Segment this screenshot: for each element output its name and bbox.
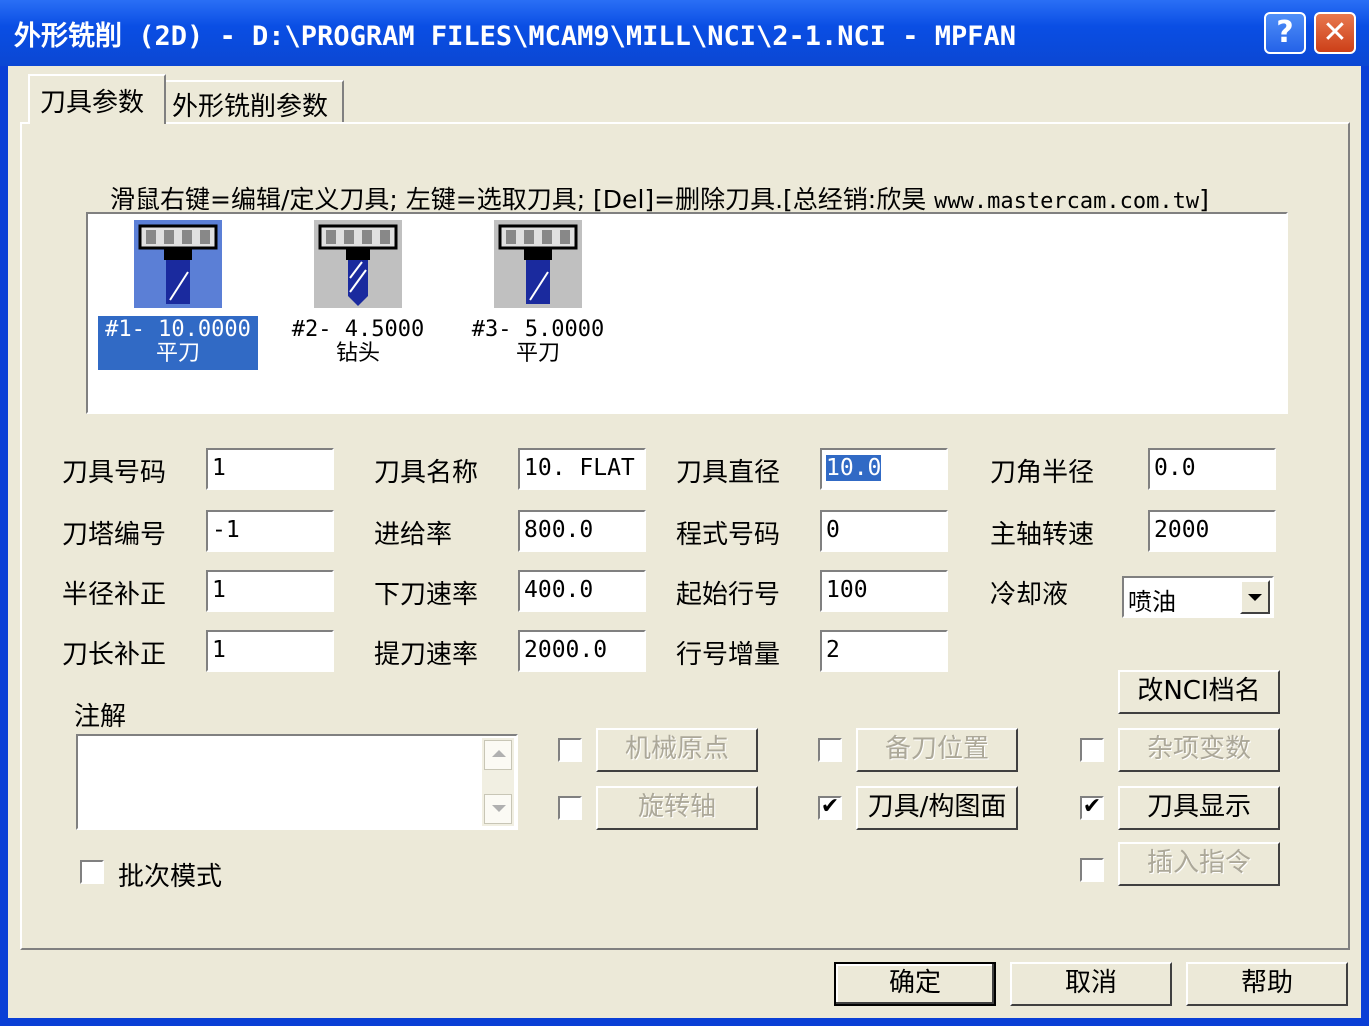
ok-button[interactable]: 确定 — [834, 962, 996, 1006]
length-comp-label: 刀长补正 — [62, 640, 167, 670]
home-position-checkbox[interactable] — [558, 738, 582, 762]
rotary-axis-checkbox[interactable] — [558, 796, 582, 820]
tool-display-button[interactable]: 刀具显示 — [1118, 786, 1280, 830]
program-number-label: 程式号码 — [676, 520, 781, 550]
scroll-down-icon[interactable] — [484, 794, 512, 824]
tool-item-3[interactable]: #3- 5.0000 平刀 — [458, 220, 618, 370]
drill-icon — [314, 220, 402, 308]
window-title: 外形铣削 (2D) - D:\PROGRAM FILES\MCAM9\MILL\… — [14, 21, 1017, 52]
corner-radius-label: 刀角半径 — [990, 458, 1095, 488]
spindle-speed-field[interactable]: 2000 — [1148, 510, 1276, 552]
hint-url: www.mastercam.com.tw — [934, 189, 1200, 214]
insert-command-button[interactable]: 插入指令 — [1118, 842, 1280, 886]
corner-radius-field[interactable]: 0.0 — [1148, 448, 1276, 490]
tool-item-1[interactable]: #1- 10.0000 平刀 — [98, 220, 258, 370]
tab-tool-params[interactable]: 刀具参数 — [28, 74, 166, 124]
tool-diameter-value: 10.0 — [826, 455, 882, 481]
length-comp-field[interactable]: 1 — [206, 630, 334, 672]
start-line-field[interactable]: 100 — [820, 570, 948, 612]
tab-contour-params[interactable]: 外形铣削参数 — [166, 80, 344, 122]
scroll-up-icon[interactable] — [484, 740, 512, 770]
program-number-field[interactable]: 0 — [820, 510, 948, 552]
tool-list[interactable]: #1- 10.0000 平刀 #2- 4.5000 钻头 #3- 5.0000 … — [86, 212, 1288, 414]
feed-rate-label: 进给率 — [374, 520, 453, 550]
home-position-button[interactable]: 机械原点 — [596, 728, 758, 772]
hint-prefix: 滑鼠右键=编辑/定义刀具; 左键=选取刀具; [Del]=删除刀具.[总经销:欣… — [110, 185, 935, 214]
plunge-rate-label: 下刀速率 — [374, 580, 479, 610]
flat-endmill-icon — [134, 220, 222, 308]
tool-number-field[interactable]: 1 — [206, 448, 334, 490]
coolant-value: 喷油 — [1128, 588, 1176, 616]
dialog-client: 刀具参数 外形铣削参数 滑鼠右键=编辑/定义刀具; 左键=选取刀具; [Del]… — [8, 66, 1361, 1018]
tool-diameter-field[interactable]: 10.0 — [820, 448, 948, 490]
chevron-down-icon[interactable] — [1240, 580, 1270, 614]
tool-name-field[interactable]: 10. FLAT — [518, 448, 646, 490]
tool-diameter-label: 刀具直径 — [676, 458, 781, 488]
cancel-button[interactable]: 取消 — [1010, 962, 1172, 1006]
tool-display-checkbox[interactable]: ✔ — [1080, 796, 1104, 820]
title-bar[interactable]: 外形铣削 (2D) - D:\PROGRAM FILES\MCAM9\MILL\… — [0, 0, 1369, 66]
insert-command-checkbox[interactable] — [1080, 858, 1104, 882]
tool-type: 平刀 — [155, 341, 200, 366]
help-icon[interactable]: ? — [1264, 12, 1306, 54]
tool-type: 钻头 — [335, 341, 380, 366]
hint-suffix: ] — [1199, 185, 1209, 214]
feed-rate-field[interactable]: 800.0 — [518, 510, 646, 552]
tool-change-pos-checkbox[interactable] — [818, 738, 842, 762]
help-button[interactable]: 帮助 — [1186, 962, 1348, 1006]
tool-item-2[interactable]: #2- 4.5000 钻头 — [278, 220, 438, 370]
flat-endmill-icon — [494, 220, 582, 308]
radius-comp-field[interactable]: 1 — [206, 570, 334, 612]
rename-nci-button[interactable]: 改NCI档名 — [1118, 670, 1280, 714]
turret-number-label: 刀塔编号 — [62, 520, 167, 550]
close-icon[interactable]: ✕ — [1314, 12, 1356, 54]
radius-comp-label: 半径补正 — [62, 580, 167, 610]
batch-mode-label: 批次模式 — [118, 862, 223, 892]
line-increment-label: 行号增量 — [676, 640, 781, 670]
tool-hint: 滑鼠右键=编辑/定义刀具; 左键=选取刀具; [Del]=删除刀具.[总经销:欣… — [110, 180, 1209, 216]
comment-label: 注解 — [74, 702, 127, 732]
coolant-label: 冷却液 — [990, 580, 1069, 610]
tab-panel: 滑鼠右键=编辑/定义刀具; 左键=选取刀具; [Del]=删除刀具.[总经销:欣… — [20, 122, 1350, 950]
comment-textarea[interactable] — [76, 734, 518, 830]
batch-mode-checkbox[interactable] — [80, 860, 104, 884]
turret-number-field[interactable]: -1 — [206, 510, 334, 552]
rotary-axis-button[interactable]: 旋转轴 — [596, 786, 758, 830]
tool-plane-checkbox[interactable]: ✔ — [818, 796, 842, 820]
coolant-select[interactable]: 喷油 — [1122, 576, 1274, 618]
dialog-window: 外形铣削 (2D) - D:\PROGRAM FILES\MCAM9\MILL\… — [0, 0, 1369, 1026]
comment-scrollbar[interactable] — [482, 738, 514, 826]
tool-number: #3- 5.0000 — [471, 317, 605, 342]
misc-values-button[interactable]: 杂项变数 — [1118, 728, 1280, 772]
tool-change-pos-button[interactable]: 备刀位置 — [856, 728, 1018, 772]
tool-type: 平刀 — [515, 341, 560, 366]
tool-number: #1- 10.0000 — [105, 317, 251, 342]
plunge-rate-field[interactable]: 400.0 — [518, 570, 646, 612]
tool-number: #2- 4.5000 — [291, 317, 425, 342]
misc-values-checkbox[interactable] — [1080, 738, 1104, 762]
line-increment-field[interactable]: 2 — [820, 630, 948, 672]
start-line-label: 起始行号 — [676, 580, 781, 610]
tool-plane-button[interactable]: 刀具/构图面 — [856, 786, 1018, 830]
tool-number-label: 刀具号码 — [62, 458, 167, 488]
tool-name-label: 刀具名称 — [374, 458, 479, 488]
retract-rate-field[interactable]: 2000.0 — [518, 630, 646, 672]
spindle-speed-label: 主轴转速 — [990, 520, 1095, 550]
retract-rate-label: 提刀速率 — [374, 640, 479, 670]
